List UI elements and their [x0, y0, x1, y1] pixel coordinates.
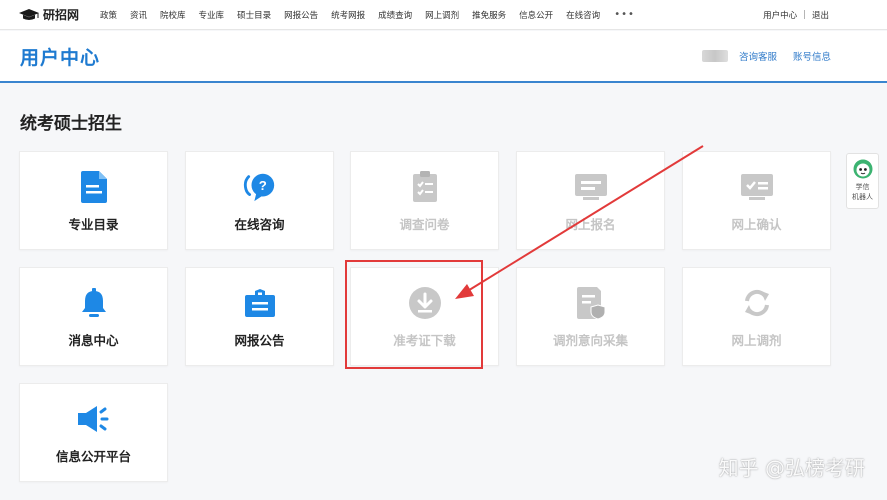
- more-menu-icon[interactable]: •••: [614, 9, 635, 20]
- card-label: 网上确认: [731, 217, 782, 232]
- nav-link-policy[interactable]: 政策: [100, 9, 117, 21]
- robot-assistant-button[interactable]: 学信 机器人: [846, 153, 879, 209]
- logout-link[interactable]: 退出: [812, 9, 829, 21]
- card-online-consult[interactable]: ? 在线咨询: [185, 151, 334, 250]
- top-user-links: 用户中心 | 退出: [763, 0, 829, 30]
- card-admission-ticket-download[interactable]: 准考证下载: [350, 267, 499, 366]
- svg-text:?: ?: [258, 178, 266, 193]
- nav-link-score-query[interactable]: 成绩查询: [378, 9, 412, 21]
- clipboard-check-icon: [408, 170, 442, 204]
- top-navbar: 研招网 政策 资讯 院校库 专业库 硕士目录 网报公告 统考网报 成绩查询 网上…: [0, 0, 887, 30]
- divider: |: [803, 10, 806, 20]
- logo-text: 研招网: [43, 8, 80, 22]
- card-online-registration[interactable]: 网上报名: [516, 151, 665, 250]
- section-title: 统考硕士招生: [20, 114, 122, 134]
- user-center-link[interactable]: 用户中心: [763, 9, 797, 21]
- card-announcement[interactable]: 网报公告: [185, 267, 334, 366]
- card-label: 调剂意向采集: [552, 333, 628, 348]
- document-shield-icon: [574, 286, 608, 320]
- card-label: 信息公开平台: [55, 449, 131, 464]
- card-label: 准考证下载: [393, 333, 456, 348]
- site-logo[interactable]: 研招网: [18, 6, 100, 23]
- card-label: 网上调剂: [731, 333, 782, 348]
- refresh-icon: [740, 286, 774, 320]
- nav-link-announcement[interactable]: 网报公告: [284, 9, 318, 21]
- card-label: 在线咨询: [234, 217, 285, 232]
- account-info-link[interactable]: 账号信息: [793, 49, 831, 63]
- card-message-center[interactable]: 消息中心: [19, 267, 168, 366]
- nav-link-recommendation[interactable]: 推免服务: [472, 9, 506, 21]
- nav-link-master-catalog[interactable]: 硕士目录: [237, 9, 271, 21]
- robot-label: 学信 机器人: [852, 183, 873, 201]
- chat-question-icon: ?: [243, 170, 277, 204]
- card-label: 调查问卷: [399, 217, 450, 232]
- card-info-public-platform[interactable]: 信息公开平台: [19, 383, 168, 482]
- card-label: 网上报名: [565, 217, 616, 232]
- nav-link-info-public[interactable]: 信息公开: [519, 9, 553, 21]
- bell-icon: [77, 286, 111, 320]
- card-online-adjustment[interactable]: 网上调剂: [682, 267, 831, 366]
- nav-link-major-db[interactable]: 专业库: [199, 9, 225, 21]
- id-check-icon: [740, 170, 774, 204]
- page-header: 用户中心 咨询客服 账号信息: [0, 31, 887, 83]
- nav-link-adjustment[interactable]: 网上调剂: [425, 9, 459, 21]
- nav-link-news[interactable]: 资讯: [130, 9, 147, 21]
- page-title: 用户中心: [20, 47, 101, 69]
- card-adjustment-intent[interactable]: 调剂意向采集: [516, 267, 665, 366]
- form-card-icon: [574, 170, 608, 204]
- card-label: 专业目录: [68, 217, 119, 232]
- briefcase-icon: [243, 286, 277, 320]
- download-icon: [408, 286, 442, 320]
- watermark: 知乎 @弘榜考研: [718, 456, 865, 480]
- nav-link-exam-registration[interactable]: 统考网报: [331, 9, 365, 21]
- card-label: 消息中心: [68, 333, 119, 348]
- card-online-confirm[interactable]: 网上确认: [682, 151, 831, 250]
- nav-link-school-db[interactable]: 院校库: [160, 9, 186, 21]
- card-survey[interactable]: 调查问卷: [350, 151, 499, 250]
- robot-icon: [853, 159, 873, 179]
- graduation-cap-icon: [19, 8, 39, 20]
- card-label: 网报公告: [234, 333, 285, 348]
- avatar: [702, 50, 728, 62]
- nav-links: 政策 资讯 院校库 专业库 硕士目录 网报公告 统考网报 成绩查询 网上调剂 推…: [100, 9, 635, 21]
- card-major-catalog[interactable]: 专业目录: [19, 151, 168, 250]
- document-icon: [77, 170, 111, 204]
- customer-service-link[interactable]: 咨询客服: [739, 49, 777, 63]
- megaphone-icon: [77, 402, 111, 436]
- nav-link-online-consult[interactable]: 在线咨询: [566, 9, 600, 21]
